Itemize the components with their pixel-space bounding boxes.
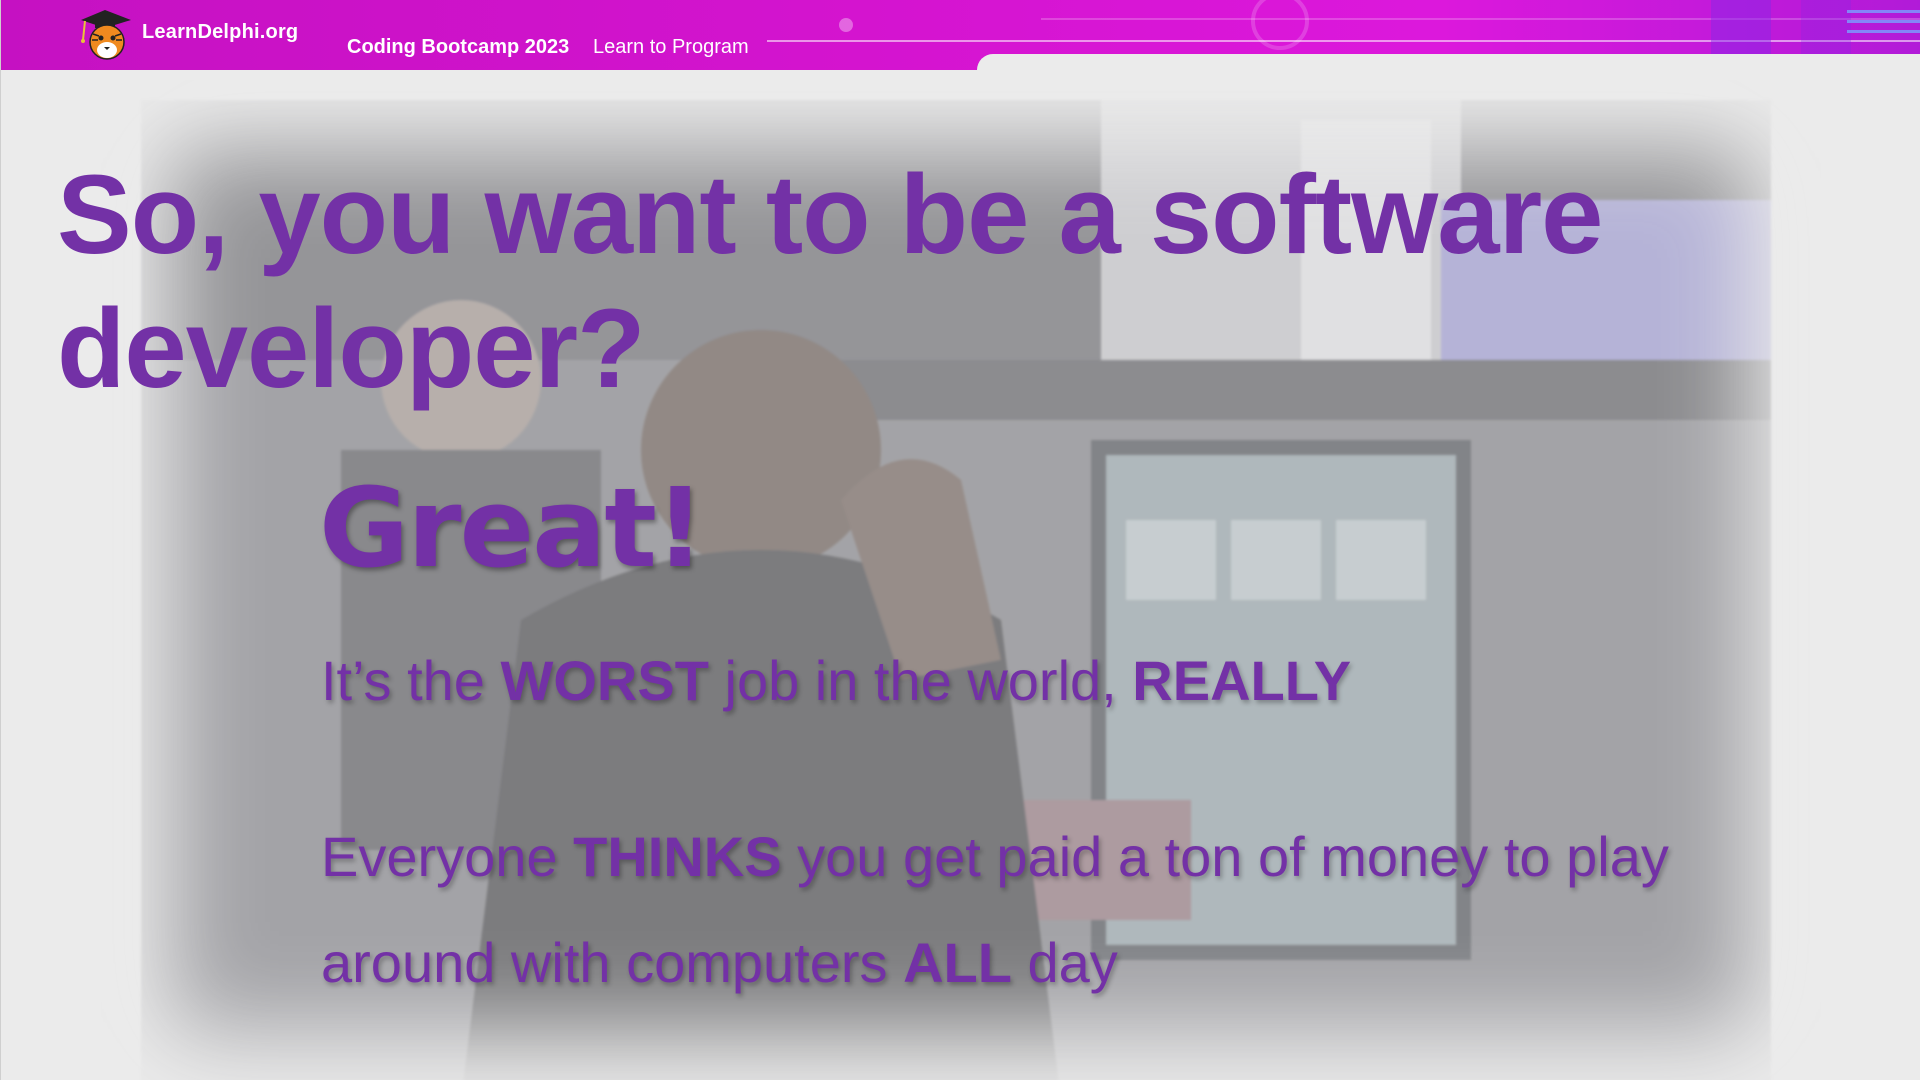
text-segment: It’s the	[321, 649, 501, 712]
banner-decoration-dot	[839, 18, 853, 32]
emphasis-all: ALL	[903, 931, 1012, 994]
banner-decoration-line	[1041, 18, 1920, 20]
banner-decoration-ring	[1251, 0, 1309, 50]
bootcamp-title: Coding Bootcamp 2023	[347, 36, 570, 58]
text-segment: job in the world,	[708, 649, 1133, 712]
banner-decoration-line	[1847, 10, 1920, 13]
emphasis-thinks: THINKS	[573, 825, 782, 888]
emphasis-really: REALLY	[1132, 649, 1352, 712]
text-segment: around with computers	[321, 931, 904, 994]
banner-decoration-line	[1847, 30, 1920, 33]
bootcamp-subtitle: Learn to Program	[593, 36, 749, 58]
body-line-all-day: around with computers ALL day	[321, 910, 1118, 1016]
tiger-graduate-mascot-icon	[81, 10, 131, 60]
header-banner: LearnDelphi.org Coding Bootcamp 2023 Lea…	[1, 0, 1920, 70]
banner-decoration-bar	[1711, 0, 1771, 54]
text-segment: you get paid a ton of money to play	[781, 825, 1669, 888]
great-exclamation: Great!	[319, 464, 705, 592]
emphasis-worst: WORST	[500, 649, 709, 712]
body-line-worst-job: It’s the WORST job in the world, REALLY	[321, 628, 1351, 734]
banner-decoration-line	[1847, 20, 1920, 23]
banner-notch	[977, 54, 1920, 70]
text-segment: Everyone	[321, 825, 574, 888]
slide: LearnDelphi.org Coding Bootcamp 2023 Lea…	[0, 0, 1920, 1080]
banner-decoration-bar	[1801, 0, 1851, 54]
slide-headline: So, you want to be a software developer?	[57, 152, 1603, 411]
body-line-everyone-thinks: Everyone THINKS you get paid a ton of mo…	[321, 804, 1669, 910]
site-name[interactable]: LearnDelphi.org	[142, 21, 298, 44]
text-segment: day	[1011, 931, 1118, 994]
